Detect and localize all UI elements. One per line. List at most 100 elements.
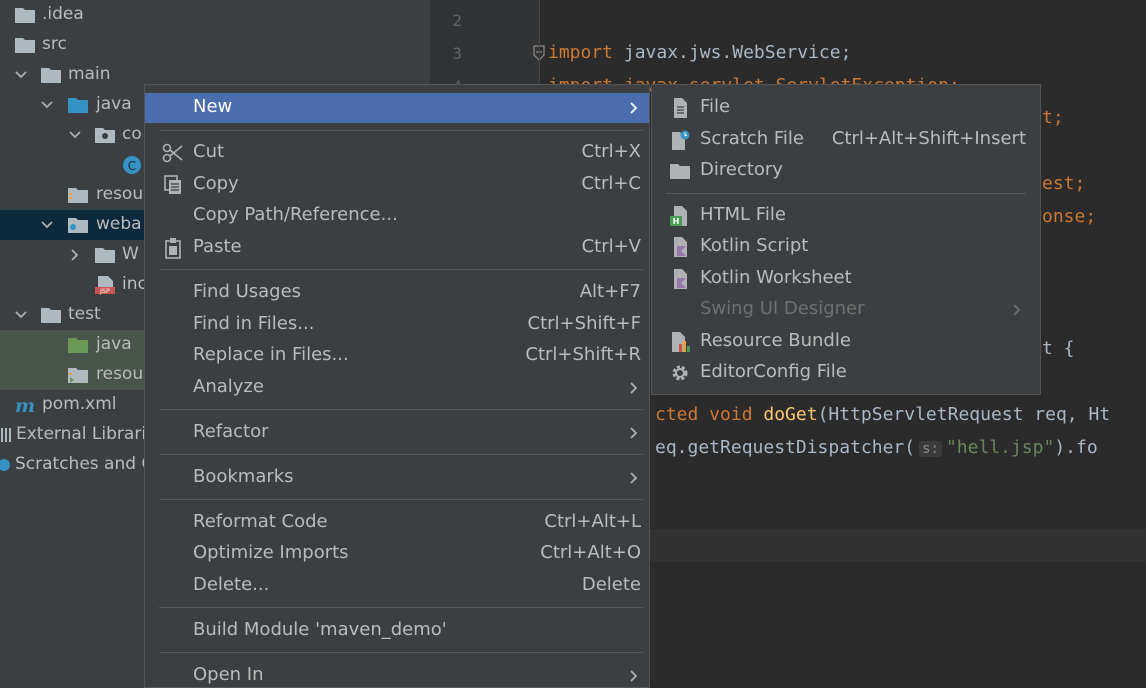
tree-item-label: Scratches and C bbox=[15, 454, 154, 474]
scissors-icon bbox=[162, 143, 183, 163]
html-file-icon: H bbox=[670, 206, 687, 226]
submenu-item-resource-bundle[interactable]: Resource Bundle bbox=[652, 327, 1040, 357]
tree-item-label: java bbox=[96, 94, 132, 114]
submenu-item-scratch-file[interactable]: Scratch File Ctrl+Alt+Shift+Insert bbox=[652, 125, 1040, 155]
kotlin-worksheet-icon bbox=[674, 269, 687, 289]
menu-item-cut[interactable]: Cut Ctrl+X bbox=[145, 138, 649, 168]
menu-item-label: Find Usages bbox=[193, 281, 302, 302]
code-text: ).fo bbox=[1054, 437, 1098, 458]
chevron-down-icon[interactable] bbox=[40, 98, 54, 112]
tree-item-label: .idea bbox=[42, 4, 84, 24]
folder-icon bbox=[15, 38, 35, 53]
menu-item-open-in[interactable]: Open In bbox=[145, 661, 649, 688]
menu-item-paste[interactable]: Paste Ctrl+V bbox=[145, 233, 649, 263]
menu-separator bbox=[159, 130, 643, 131]
menu-item-label: Find in Files... bbox=[193, 313, 315, 334]
tree-item-label: pom.xml bbox=[42, 394, 117, 414]
folder-icon bbox=[95, 248, 115, 263]
submenu-item-kotlin-script[interactable]: Kotlin Script bbox=[652, 232, 1040, 262]
tree-item-label: main bbox=[68, 64, 111, 84]
chevron-right-icon bbox=[630, 472, 638, 484]
line-number: 3 bbox=[452, 44, 462, 63]
menu-item-replace-in-files[interactable]: Replace in Files... Ctrl+Shift+R bbox=[145, 341, 649, 371]
folder-icon bbox=[15, 8, 35, 23]
menu-item-label: Analyze bbox=[193, 376, 264, 397]
code-function: doGet bbox=[763, 404, 818, 425]
code-string: "hell.jsp" bbox=[945, 437, 1055, 458]
submenu-item-label: EditorConfig File bbox=[700, 361, 847, 382]
menu-item-shortcut: Alt+F7 bbox=[579, 281, 641, 302]
menu-item-find-in-files[interactable]: Find in Files... Ctrl+Shift+F bbox=[145, 310, 649, 340]
svg-text:m: m bbox=[15, 395, 35, 415]
chevron-down-icon[interactable] bbox=[14, 308, 28, 322]
code-fragment: onse; bbox=[1042, 206, 1097, 227]
test-resources-folder-icon bbox=[68, 368, 88, 383]
menu-item-build-module[interactable]: Build Module 'maven_demo' bbox=[145, 616, 649, 646]
menu-item-find-usages[interactable]: Find Usages Alt+F7 bbox=[145, 278, 649, 308]
menu-item-label: Reformat Code bbox=[193, 511, 328, 532]
submenu-item-editorconfig-file[interactable]: EditorConfig File bbox=[652, 358, 1040, 388]
chevron-right-icon bbox=[630, 382, 638, 394]
menu-item-label: Cut bbox=[193, 141, 225, 162]
code-line-3: import javax.jws.WebService; bbox=[548, 42, 851, 63]
chevron-right-icon[interactable] bbox=[68, 248, 82, 262]
menu-item-optimize-imports[interactable]: Optimize Imports Ctrl+Alt+O bbox=[145, 539, 649, 569]
line-number: 2 bbox=[452, 11, 462, 30]
menu-item-refactor[interactable]: Refactor bbox=[145, 418, 649, 448]
web-folder-icon bbox=[68, 218, 88, 233]
paste-icon bbox=[165, 238, 181, 259]
submenu-item-file[interactable]: File bbox=[652, 93, 1040, 123]
chevron-right-icon bbox=[1013, 304, 1021, 316]
chevron-down-icon[interactable] bbox=[40, 218, 54, 232]
code-fragment: t { bbox=[1042, 338, 1075, 359]
code-keyword: cted void bbox=[655, 404, 764, 425]
menu-item-label: Optimize Imports bbox=[193, 542, 349, 563]
tree-item-label: weba bbox=[96, 214, 142, 234]
submenu-item-kotlin-worksheet[interactable]: Kotlin Worksheet bbox=[652, 264, 1040, 294]
menu-item-reformat-code[interactable]: Reformat Code Ctrl+Alt+L bbox=[145, 508, 649, 538]
code-line-forward: eq.getRequestDispatcher(s: "hell.jsp").fo bbox=[655, 437, 1098, 458]
chevron-down-icon[interactable] bbox=[68, 128, 82, 142]
menu-separator bbox=[159, 269, 643, 270]
menu-item-copy-path[interactable]: Copy Path/Reference... bbox=[145, 201, 649, 231]
menu-item-shortcut: Ctrl+Alt+L bbox=[544, 511, 641, 532]
new-submenu: File Scratch File Ctrl+Alt+Shift+Insert … bbox=[651, 84, 1041, 395]
scratches-icon bbox=[0, 459, 10, 471]
copy-icon bbox=[164, 175, 181, 194]
submenu-item-label: Directory bbox=[700, 159, 783, 180]
resource-bundle-icon bbox=[672, 332, 690, 352]
menu-item-label: Paste bbox=[193, 236, 242, 257]
tree-item-idea[interactable]: .idea bbox=[0, 0, 430, 30]
svg-text:H: H bbox=[673, 217, 680, 226]
menu-separator bbox=[159, 409, 643, 410]
menu-separator bbox=[159, 607, 643, 608]
menu-item-label: Build Module 'maven_demo' bbox=[193, 619, 447, 640]
submenu-item-swing-ui-designer[interactable]: Swing UI Designer bbox=[652, 295, 1040, 325]
folder-icon bbox=[670, 164, 690, 179]
submenu-item-html-file[interactable]: H HTML File bbox=[652, 201, 1040, 231]
submenu-item-label: Kotlin Worksheet bbox=[700, 267, 852, 288]
submenu-item-directory[interactable]: Directory bbox=[652, 156, 1040, 186]
menu-item-delete[interactable]: Delete... Delete bbox=[145, 571, 649, 601]
tree-item-label: resou bbox=[96, 184, 144, 204]
folder-icon bbox=[41, 68, 61, 83]
chevron-down-icon[interactable] bbox=[14, 68, 28, 82]
menu-item-shortcut: Ctrl+Shift+F bbox=[527, 313, 641, 334]
file-icon bbox=[674, 98, 687, 118]
chevron-right-icon bbox=[630, 102, 638, 114]
menu-item-label: Copy Path/Reference... bbox=[193, 204, 398, 225]
menu-item-shortcut: Delete bbox=[581, 574, 641, 595]
menu-separator bbox=[159, 499, 643, 500]
tree-item-label: External Librari bbox=[16, 424, 147, 444]
submenu-item-label: File bbox=[700, 96, 731, 117]
tree-item-label: W bbox=[122, 244, 139, 264]
menu-item-new[interactable]: New bbox=[145, 93, 649, 123]
tree-item-src[interactable]: src bbox=[0, 30, 430, 60]
menu-item-bookmarks[interactable]: Bookmarks bbox=[145, 463, 649, 493]
menu-item-copy[interactable]: Copy Ctrl+C bbox=[145, 170, 649, 200]
menu-item-analyze[interactable]: Analyze bbox=[145, 373, 649, 403]
menu-item-shortcut: Ctrl+Alt+O bbox=[540, 542, 641, 563]
menu-item-label: Copy bbox=[193, 173, 239, 194]
menu-item-label: Refactor bbox=[193, 421, 269, 442]
code-fragment: est; bbox=[1042, 173, 1086, 194]
